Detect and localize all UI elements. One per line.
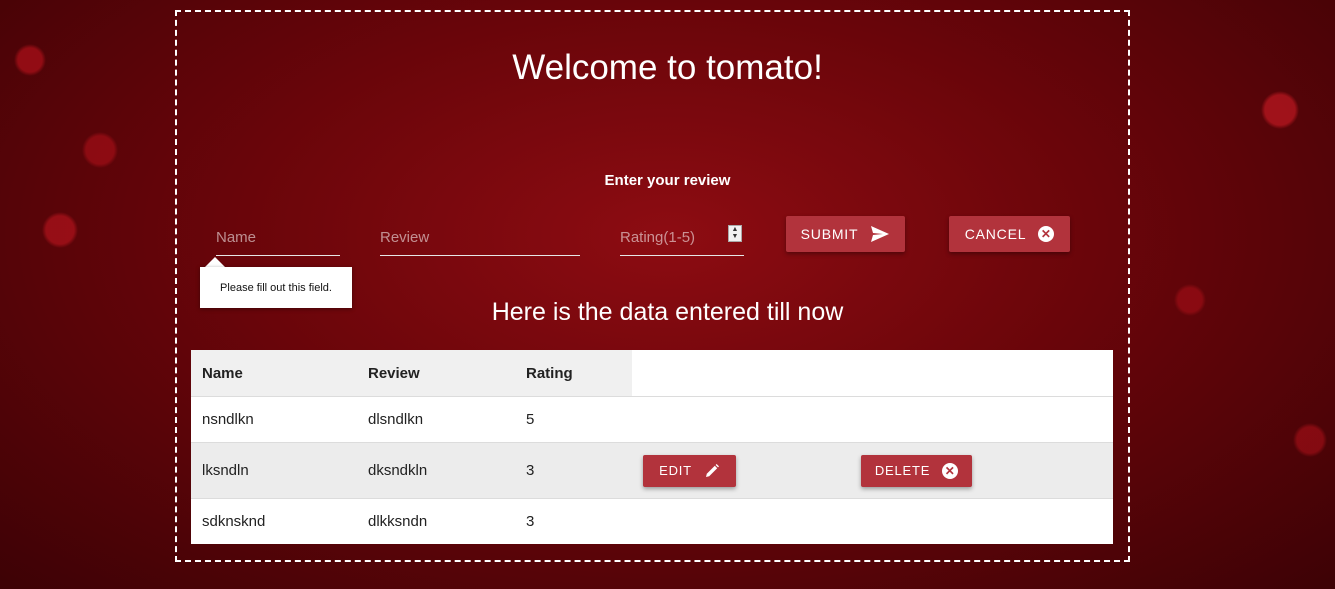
cell-rating: 3 [515,498,632,544]
cell-review: dksndkln [357,442,515,499]
cell-edit: EDIT [632,442,850,499]
close-circle-icon: ✕ [1038,226,1055,242]
cell-rating: 5 [515,396,632,443]
table-header-row: Name Review Rating [191,350,1113,397]
column-header-blank [632,350,850,397]
column-header-review: Review [357,350,515,397]
edit-button[interactable]: EDIT [643,454,736,487]
reviews-table: Name Review Rating nsndlkn dlsndlkn 5 lk… [191,350,1113,544]
cell-review: dlkksndn [357,498,515,544]
column-header-rating: Rating [515,350,632,397]
cell-empty [850,396,1113,443]
form-label: Enter your review [604,172,731,189]
cancel-button-label: CANCEL [964,226,1027,242]
cell-name: lksndln [191,442,357,499]
cell-empty [632,396,850,443]
column-header-blank [850,350,1113,397]
cell-rating: 3 [515,442,632,499]
table-row: lksndln dksndkln 3 EDIT DELETE ✕ [191,442,1113,499]
table-row: nsndlkn dlsndlkn 5 [191,396,1113,443]
pencil-icon [705,463,719,477]
cell-empty [850,498,1113,544]
delete-button[interactable]: DELETE ✕ [861,454,972,487]
close-circle-icon: ✕ [942,462,959,479]
submit-button[interactable]: SUBMIT [786,216,905,252]
cell-name: sdknsknd [191,498,357,544]
cell-delete: DELETE ✕ [850,442,1113,499]
page-title: Welcome to tomato! [512,48,823,87]
cell-name: nsndlkn [191,396,357,443]
rating-stepper[interactable]: ▲ ▼ [728,225,742,242]
edit-button-label: EDIT [659,463,692,478]
cell-review: dlsndlkn [357,396,515,443]
table-row: sdknsknd dlkksndn 3 [191,498,1113,544]
tooltip-arrow [205,257,225,267]
rating-input[interactable] [620,220,744,256]
review-input[interactable] [380,220,580,256]
cell-empty [632,498,850,544]
table-heading: Here is the data entered till now [491,298,844,326]
submit-button-label: SUBMIT [800,226,859,242]
send-icon [871,226,890,242]
cancel-button[interactable]: CANCEL ✕ [949,216,1070,252]
column-header-name: Name [191,350,357,397]
delete-button-label: DELETE [874,463,931,478]
name-input[interactable] [216,220,340,256]
